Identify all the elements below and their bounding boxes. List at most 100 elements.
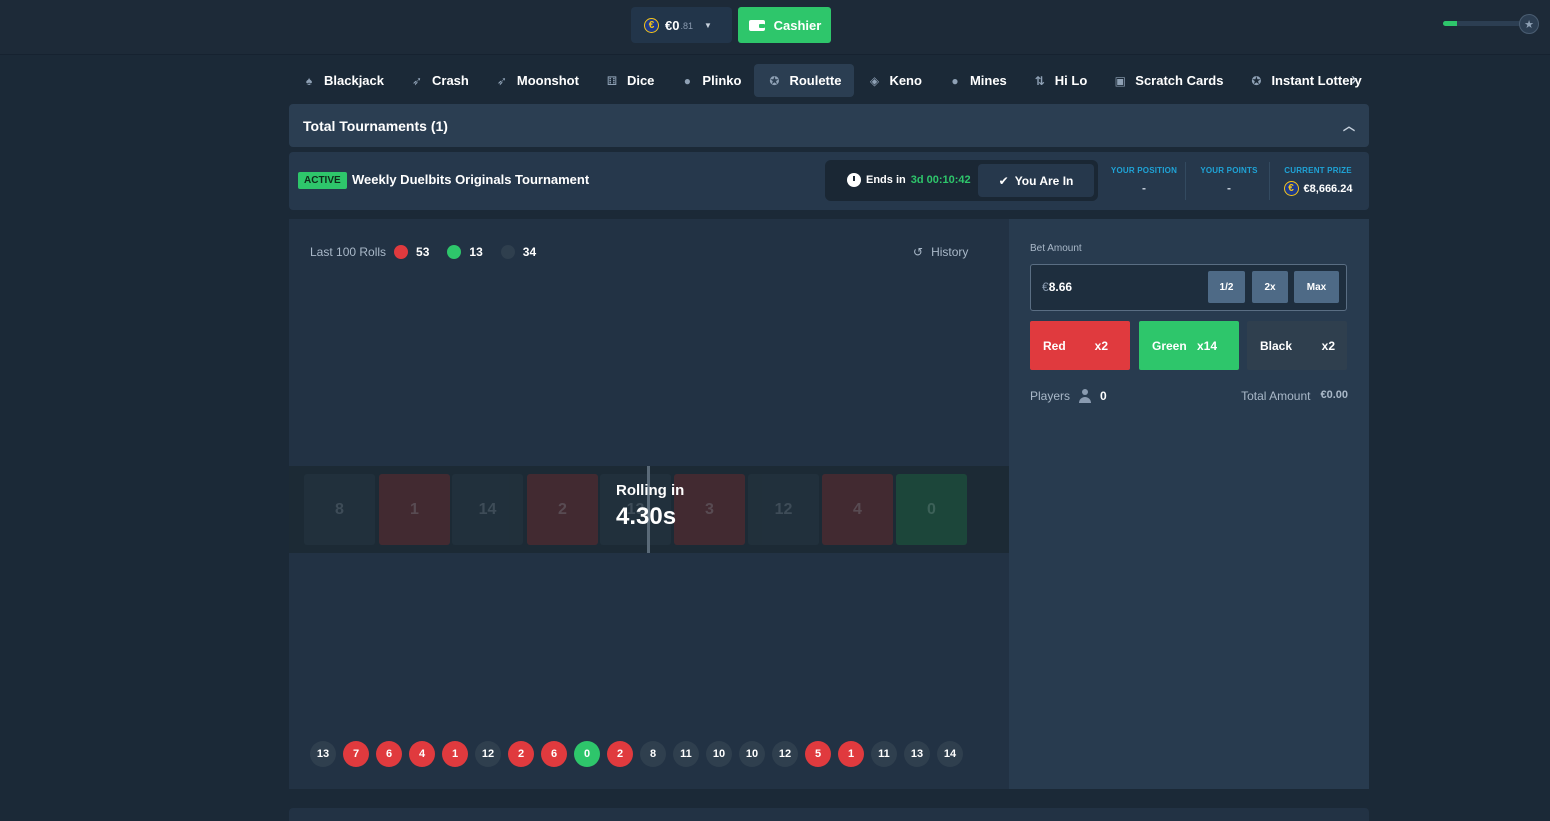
green-count: 13 xyxy=(469,245,483,259)
balance-amount: €0 xyxy=(665,17,680,33)
tournaments-title: Total Tournaments (1) xyxy=(303,117,448,134)
divider xyxy=(1185,162,1186,200)
bet-panel: Bet Amount €8.66 1/2 2x Max Red x2 Green… xyxy=(1009,219,1369,789)
half-bet-button[interactable]: 1/2 xyxy=(1208,271,1245,303)
past-roll-chip: 6 xyxy=(541,741,567,767)
double-bet-button[interactable]: 2x xyxy=(1252,271,1288,303)
xp-progress-fill xyxy=(1443,21,1458,26)
bet-red-button[interactable]: Red x2 xyxy=(1030,321,1130,370)
green-dot-icon xyxy=(447,245,462,259)
red-label: Red xyxy=(1043,338,1066,353)
game-tab-label: Blackjack xyxy=(324,73,384,88)
game-tab-plinko[interactable]: ● Plinko xyxy=(667,64,754,97)
prize-value-wrap: € €8,666.24 xyxy=(1277,181,1359,196)
lottery-icon: ✪ xyxy=(1251,73,1262,88)
rolling-time: 4.30s xyxy=(616,503,677,530)
reel-tile: 2 xyxy=(527,474,598,545)
status-badge: ACTIVE xyxy=(298,172,347,189)
game-tab-label: Roulette xyxy=(789,73,842,88)
game-tab-keno[interactable]: ◈ Keno xyxy=(854,64,935,97)
clock-icon xyxy=(847,173,861,187)
reel-tile: 1 xyxy=(379,474,450,545)
past-roll-chip: 6 xyxy=(376,741,402,767)
past-roll-chip: 1 xyxy=(442,741,468,767)
black-label: Black xyxy=(1260,338,1293,353)
game-tab-roulette[interactable]: ✪ Roulette xyxy=(754,64,855,97)
balance-dropdown[interactable]: € €0 .81 ▼ xyxy=(631,7,732,43)
reel-tile: 14 xyxy=(452,474,523,545)
cashier-button[interactable]: Cashier xyxy=(738,7,831,43)
past-roll-chip: 7 xyxy=(343,741,369,767)
black-multiplier: x2 xyxy=(1321,338,1335,353)
rolling-countdown: Rolling in 4.30s xyxy=(616,482,684,531)
ends-in: Ends in 3d 00:10:42 xyxy=(847,173,971,187)
dice-icon: ⚅ xyxy=(606,73,618,88)
bet-currency: € xyxy=(1042,280,1049,294)
bet-green-button[interactable]: Green x14 xyxy=(1139,321,1239,370)
game-tab-scratch-cards[interactable]: ▣ Scratch Cards xyxy=(1100,64,1236,97)
game-tab-label: Dice xyxy=(626,73,655,88)
game-tab-moonshot[interactable]: ➶ Moonshot xyxy=(482,64,592,97)
game-tab-label: Instant Lottery xyxy=(1271,73,1362,88)
points-label: YOUR POINTS xyxy=(1200,166,1258,175)
tournament-row: ACTIVE Weekly Duelbits Originals Tournam… xyxy=(289,152,1369,210)
black-dot-icon xyxy=(500,245,515,259)
ends-countdown: 3d 00:10:42 xyxy=(910,174,971,186)
total-value: €0.00 xyxy=(1320,389,1348,401)
tournaments-header[interactable]: Total Tournaments (1) ︿ xyxy=(289,104,1369,147)
game-tab-hi-lo[interactable]: ⇅ Hi Lo xyxy=(1020,64,1101,97)
total-amount: Total Amount €0.00 xyxy=(1241,389,1348,403)
history-button[interactable]: ↺ History xyxy=(913,245,968,259)
green-label: Green xyxy=(1152,338,1187,353)
tournament-timer-box: Ends in 3d 00:10:42 ✔ You Are In xyxy=(825,160,1098,201)
checkmark-icon: ✔ xyxy=(998,173,1009,188)
games-nav: ♠ Blackjack ➶ Crash ➶ Moonshot ⚅ Dice ● Plinko ✪ Ro… xyxy=(289,64,1369,97)
game-tab-label: Mines xyxy=(969,73,1007,88)
chevron-up-icon[interactable]: ︿ xyxy=(1343,117,1355,134)
rank-star-icon[interactable]: ★ xyxy=(1519,14,1539,34)
game-tab-label: Scratch Cards xyxy=(1135,73,1224,88)
game-tab-mines[interactable]: ● Mines xyxy=(935,64,1020,97)
cashier-label: Cashier xyxy=(773,17,822,33)
position-value: - xyxy=(1142,181,1146,195)
plinko-icon: ● xyxy=(683,73,692,88)
bet-amount-field[interactable]: €8.66 1/2 2x Max xyxy=(1030,264,1347,311)
red-dot-icon xyxy=(394,245,409,259)
prize-label: CURRENT PRIZE xyxy=(1284,166,1352,175)
bet-black-button[interactable]: Black x2 xyxy=(1247,321,1347,370)
you-are-in-button[interactable]: ✔ You Are In xyxy=(978,164,1094,197)
position-label: YOUR POSITION xyxy=(1110,166,1178,175)
moonshot-icon: ➶ xyxy=(496,73,507,88)
red-multiplier: x2 xyxy=(1094,338,1108,353)
bet-amount-input[interactable]: €8.66 xyxy=(1042,280,1072,294)
past-roll-chip: 4 xyxy=(409,741,435,767)
past-roll-chip: 8 xyxy=(640,741,666,767)
past-roll-chip: 14 xyxy=(937,741,963,767)
past-roll-chip: 10 xyxy=(706,741,732,767)
game-tab-label: Crash xyxy=(432,73,469,88)
xp-progress-bar xyxy=(1443,21,1521,26)
players-count: Players 0 xyxy=(1030,389,1107,403)
balance-cents: .81 xyxy=(680,21,693,31)
euro-coin-icon: € xyxy=(644,17,659,33)
past-roll-chip: 0 xyxy=(574,741,600,767)
reel-tile: 8 xyxy=(304,474,375,545)
reel-tile: 0 xyxy=(896,474,967,545)
scratch-card-icon: ▣ xyxy=(1114,73,1126,88)
past-rolls: 13 7 6 4 1 12 2 6 0 2 8 11 10 10 12 5 1 11 13 14 xyxy=(310,741,963,767)
past-roll-chip: 11 xyxy=(673,741,699,767)
max-bet-button[interactable]: Max xyxy=(1294,271,1339,303)
past-roll-chip: 1 xyxy=(838,741,864,767)
chevron-right-icon[interactable]: › xyxy=(1351,69,1357,90)
reel-tile: 12 xyxy=(748,474,819,545)
bottom-panel xyxy=(289,808,1369,821)
game-tab-crash[interactable]: ➶ Crash xyxy=(397,64,482,97)
rocket-icon: ➶ xyxy=(411,73,423,88)
prize-value: €8,666.24 xyxy=(1303,182,1353,195)
game-tab-dice[interactable]: ⚅ Dice xyxy=(592,64,667,97)
tournament-name: Weekly Duelbits Originals Tournament xyxy=(352,172,590,187)
game-tab-label: Hi Lo xyxy=(1054,73,1088,88)
roulette-game-area: Last 100 Rolls 53 13 34 ↺ History 0 4 12 3 1… xyxy=(289,219,1009,789)
game-tab-blackjack[interactable]: ♠ Blackjack xyxy=(289,64,397,97)
past-roll-chip: 12 xyxy=(475,741,501,767)
